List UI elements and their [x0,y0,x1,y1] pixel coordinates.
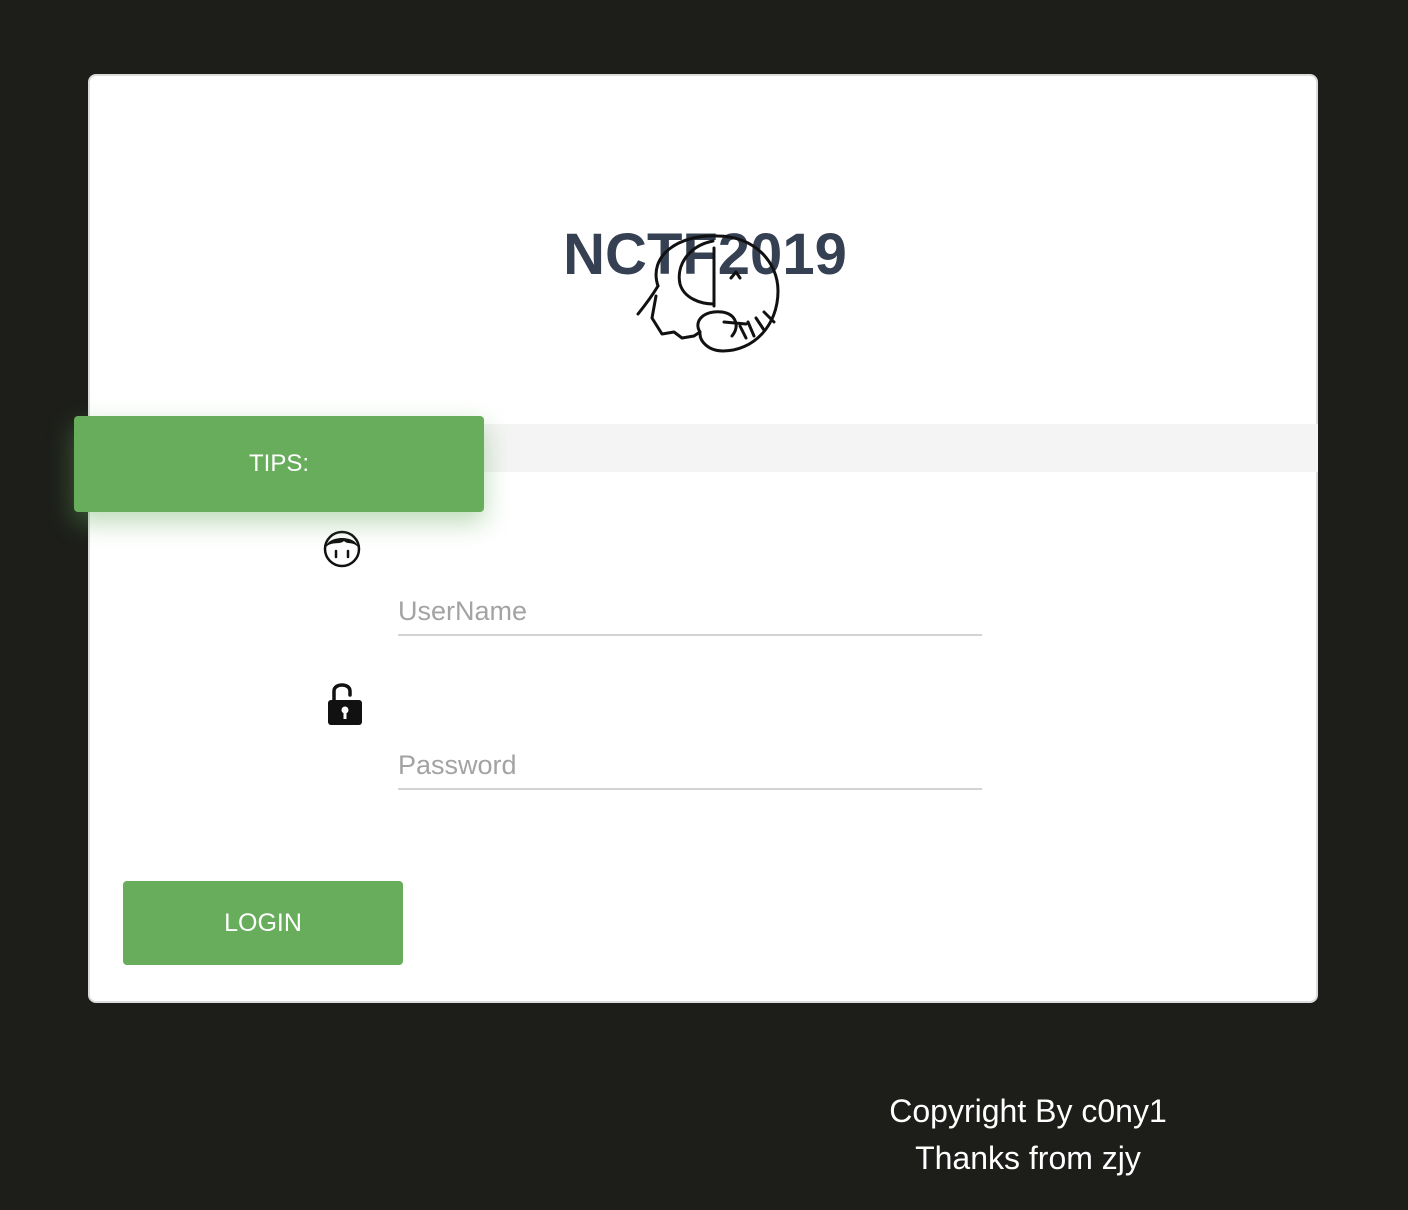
tips-badge: TIPS: [74,416,484,512]
login-card: NCTF2019 UserName LOGIN [88,74,1318,1003]
login-button[interactable]: LOGIN [123,881,403,965]
unlock-icon [328,683,362,725]
user-face-icon [323,530,361,568]
password-input[interactable] [398,742,982,790]
footer: Copyright By c0ny1 Thanks from zjy [868,1088,1188,1182]
thanks-text: Thanks from zjy [915,1140,1141,1176]
copyright-text: Copyright By c0ny1 [889,1093,1167,1129]
elephant-logo-icon [636,234,780,353]
tips-bar [483,424,1318,472]
username-input[interactable] [398,588,982,636]
